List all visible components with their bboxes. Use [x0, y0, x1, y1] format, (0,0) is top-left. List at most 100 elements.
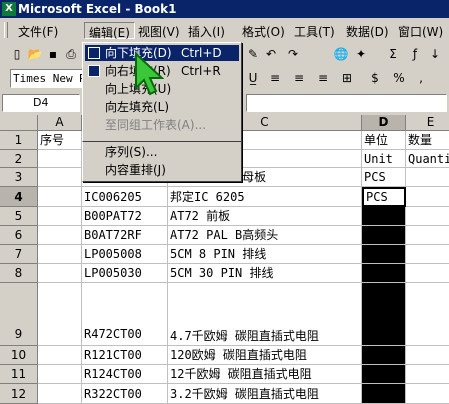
merge-center-icon[interactable]: ⊞	[338, 69, 356, 87]
cell-e7[interactable]	[406, 245, 449, 264]
undo-icon[interactable]: ↶	[262, 45, 280, 63]
cell-e3[interactable]	[406, 168, 449, 187]
row-header[interactable]: 2	[0, 150, 38, 168]
cell-c4[interactable]: 邦定IC 6205	[168, 187, 362, 207]
redo-icon[interactable]: ↷	[284, 45, 302, 63]
cell-b4[interactable]: IC006205	[82, 187, 168, 207]
menu-view[interactable]: 视图(V)	[134, 22, 184, 39]
menu-edit[interactable]: 编辑(E)	[84, 22, 135, 40]
new-icon[interactable]: ▯	[8, 45, 26, 63]
menu-insert[interactable]: 插入(I)	[184, 22, 229, 39]
row-header[interactable]: 8	[0, 264, 38, 283]
cell-a2[interactable]	[38, 150, 82, 168]
menu-format[interactable]: 格式(O)	[238, 22, 289, 39]
cell-c11[interactable]: 12千欧姆 碳阻直插式电阻	[168, 365, 362, 384]
cell-a8[interactable]	[38, 264, 82, 283]
open-icon[interactable]: 📂	[26, 45, 44, 63]
cell-a12[interactable]	[38, 384, 82, 404]
cell-b8[interactable]: LP005030	[82, 264, 168, 283]
hyperlink-icon[interactable]: 🌐	[332, 45, 350, 63]
cell-c9[interactable]: 4.7千欧姆 碳阻直插式电阻	[168, 283, 362, 346]
row-header[interactable]: 1	[0, 131, 38, 150]
menu-item-series[interactable]: 序列(S)...	[85, 144, 239, 160]
column-header-d[interactable]: D	[362, 115, 406, 131]
cell-b5[interactable]: B00PAT72	[82, 207, 168, 226]
comma-icon[interactable]: ,	[412, 69, 430, 87]
print-icon[interactable]: ⎙	[62, 45, 80, 63]
cell-d1[interactable]: 单位	[362, 131, 406, 150]
cell-a10[interactable]	[38, 346, 82, 365]
cell-c8[interactable]: 5CM 30 PIN 排线	[168, 264, 362, 283]
row-header[interactable]: 4	[0, 187, 38, 207]
cell-d10-selected[interactable]	[362, 346, 406, 365]
cell-a4[interactable]	[38, 187, 82, 207]
cell-b12[interactable]: R322CT00	[82, 384, 168, 404]
cell-b6[interactable]: B0AT72RF	[82, 226, 168, 245]
cell-d7-selected[interactable]	[362, 245, 406, 264]
currency-icon[interactable]: $	[366, 69, 384, 87]
menu-item-justify[interactable]: 内容重排(J)	[85, 162, 239, 178]
cell-e11[interactable]	[406, 365, 449, 384]
cell-d5-selected[interactable]	[362, 207, 406, 226]
align-center-icon[interactable]: ≡	[290, 69, 308, 87]
cell-d11-selected[interactable]	[362, 365, 406, 384]
row-header[interactable]: 12	[0, 384, 38, 404]
row-header[interactable]: 6	[0, 226, 38, 245]
menu-tools[interactable]: 工具(T)	[290, 22, 339, 39]
cell-a5[interactable]	[38, 207, 82, 226]
cell-b9[interactable]: R472CT00	[82, 283, 168, 346]
cell-d12-selected[interactable]	[362, 384, 406, 404]
cell-c5[interactable]: AT72 前板	[168, 207, 362, 226]
save-icon[interactable]: ▪	[44, 45, 62, 63]
menu-file[interactable]: 文件(F)	[14, 22, 62, 39]
sort-ascending-icon[interactable]: ↓	[426, 45, 444, 63]
cell-a1[interactable]: 序号	[38, 131, 82, 150]
cell-e1[interactable]: 数量	[406, 131, 449, 150]
percent-icon[interactable]: %	[390, 69, 408, 87]
select-all-corner[interactable]	[0, 115, 38, 131]
column-header-e[interactable]: E	[406, 115, 449, 131]
cell-c6[interactable]: AT72 PAL B高频头	[168, 226, 362, 245]
cell-a3[interactable]	[38, 168, 82, 187]
cell-d8-selected[interactable]	[362, 264, 406, 283]
cell-d4-active[interactable]: PCS	[362, 187, 406, 207]
cell-c7[interactable]: 5CM 8 PIN 排线	[168, 245, 362, 264]
cell-e10[interactable]	[406, 346, 449, 365]
row-header[interactable]: 9	[0, 283, 38, 346]
web-toolbar-icon[interactable]: ✦	[352, 45, 370, 63]
function-icon[interactable]: ƒ	[406, 45, 424, 63]
cell-e9[interactable]	[406, 283, 449, 346]
row-header[interactable]: 7	[0, 245, 38, 264]
row-header[interactable]: 10	[0, 346, 38, 365]
cell-d6-selected[interactable]	[362, 226, 406, 245]
cell-c12[interactable]: 3.2千欧姆 碳阻直插式电阻	[168, 384, 362, 404]
column-header-a[interactable]: A	[38, 115, 82, 131]
cell-a7[interactable]	[38, 245, 82, 264]
cell-e8[interactable]	[406, 264, 449, 283]
align-left-icon[interactable]: ≡	[266, 69, 284, 87]
menu-data[interactable]: 数据(D)	[342, 22, 393, 39]
cell-d9-selected[interactable]	[362, 283, 406, 346]
cell-c10[interactable]: 120欧姆 碳阻直插式电阻	[168, 346, 362, 365]
cell-e5[interactable]	[406, 207, 449, 226]
row-header[interactable]: 3	[0, 168, 38, 187]
format-painter-icon[interactable]: ✎	[244, 45, 262, 63]
underline-icon[interactable]: U̲	[244, 69, 262, 87]
cell-b11[interactable]: R124CT00	[82, 365, 168, 384]
cell-a11[interactable]	[38, 365, 82, 384]
name-box[interactable]: D4	[2, 94, 80, 112]
cell-a9[interactable]	[38, 283, 82, 346]
cell-e6[interactable]	[406, 226, 449, 245]
menu-item-fill-left[interactable]: 向左填充(L)	[85, 99, 239, 115]
row-header[interactable]: 11	[0, 365, 38, 384]
font-name-box[interactable]: Times New Roman	[10, 69, 88, 88]
cell-e4[interactable]	[406, 187, 449, 207]
cell-b7[interactable]: LP005008	[82, 245, 168, 264]
cell-d3[interactable]: PCS	[362, 168, 406, 187]
align-right-icon[interactable]: ≡	[314, 69, 332, 87]
cell-b10[interactable]: R121CT00	[82, 346, 168, 365]
autosum-icon[interactable]: Σ	[384, 45, 402, 63]
cell-e12[interactable]	[406, 384, 449, 404]
cell-e2[interactable]: Quantity	[406, 150, 449, 168]
menu-window[interactable]: 窗口(W)	[394, 22, 447, 39]
